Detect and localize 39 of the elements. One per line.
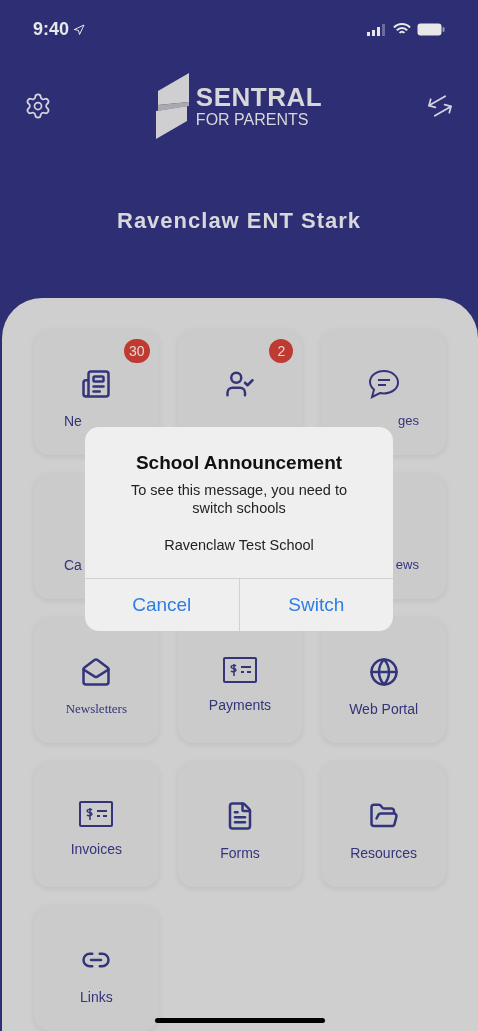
location-arrow-icon: [73, 23, 86, 36]
person-check-icon: [225, 369, 255, 399]
tile-label: Invoices: [70, 840, 122, 859]
speech-bubble-icon: [367, 369, 400, 399]
menu-tile[interactable]: Forms: [177, 761, 303, 887]
dollar-bill-icon: [79, 801, 114, 827]
newspaper-icon: [81, 369, 112, 399]
tile-label: Forms: [220, 844, 260, 863]
dialog-button[interactable]: Switch: [238, 579, 393, 632]
logo-title: SENTRAL: [195, 83, 323, 110]
menu-tile[interactable]: Invoices: [34, 761, 159, 887]
signal-icon: [367, 23, 387, 36]
globe-icon: [368, 657, 399, 687]
tile-label: Web Portal: [349, 700, 419, 719]
menu-tile[interactable]: Resources: [321, 761, 446, 887]
tile-label: Newsletters: [65, 700, 127, 718]
menu-tile[interactable]: Links: [34, 905, 159, 1031]
tile-label: Resources: [350, 844, 418, 863]
logo-subtitle: FOR PARENTS: [195, 111, 310, 128]
battery-icon: [417, 23, 445, 37]
tile-label: Ca: [64, 556, 82, 575]
settings-icon[interactable]: [24, 91, 52, 120]
menu-tile[interactable]: Newsletters: [34, 617, 159, 743]
dollar-bill-icon: [223, 657, 257, 683]
school-name: Ravenclaw Test School: [164, 535, 314, 555]
tile-label: Links: [80, 988, 113, 1007]
tile-label: ews: [395, 556, 419, 574]
clock-time: 9:40: [33, 18, 70, 42]
wifi-icon: [393, 23, 411, 37]
open-envelope-icon: [81, 657, 112, 687]
count-badge: 2: [269, 339, 294, 363]
count-badge: 30: [124, 339, 150, 363]
student-name: Ravenclaw ENT Stark: [117, 207, 361, 236]
dialog-message: To see this message, you need to switch schools: [130, 480, 348, 517]
tile-label: Payments: [208, 696, 272, 715]
logo-mark-icon: [155, 72, 190, 139]
tile-label: Ne: [64, 412, 82, 431]
menu-tile[interactable]: Web Portal: [321, 617, 446, 743]
tile-label: ges: [398, 412, 419, 430]
